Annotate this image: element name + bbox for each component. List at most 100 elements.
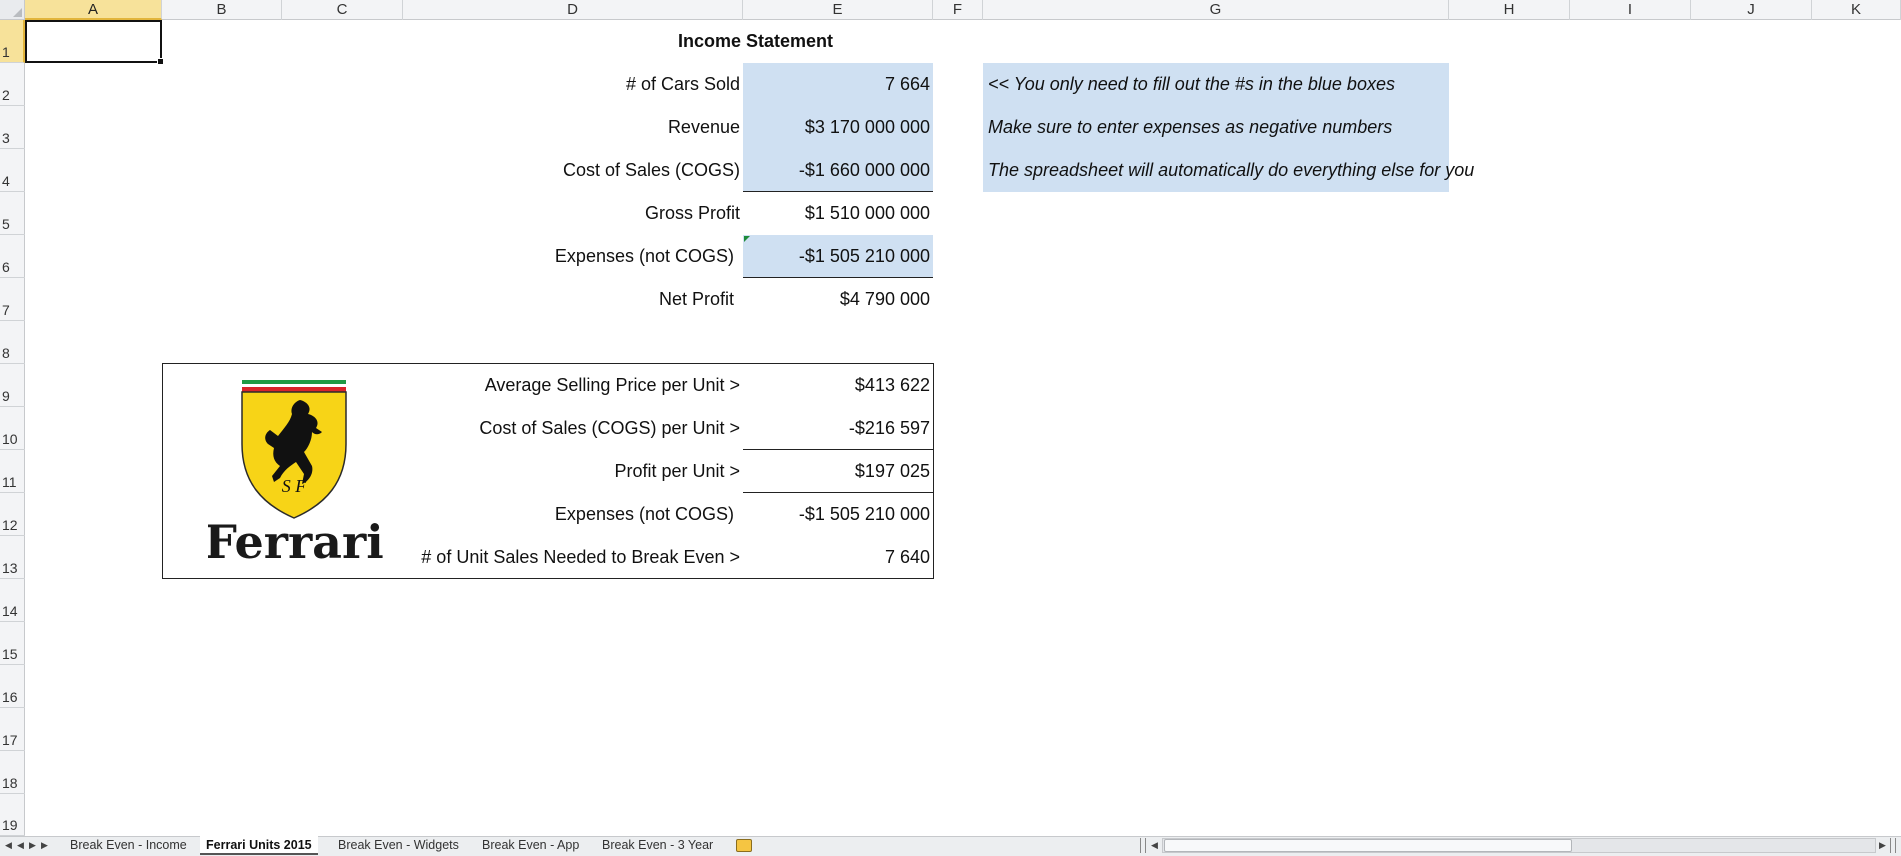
column-header-i[interactable]: I: [1570, 0, 1691, 20]
tab-split-handle[interactable]: [1140, 838, 1146, 853]
row-number: 1: [2, 44, 10, 60]
column-header-c[interactable]: C: [282, 0, 403, 20]
profit-per-unit-value[interactable]: $197 025: [743, 460, 930, 482]
logo-wordmark: Ferrari: [208, 515, 384, 563]
row-header-18[interactable]: 18: [0, 751, 25, 794]
row-header-12[interactable]: 12: [0, 493, 25, 536]
prev-sheet-icon[interactable]: ◀: [16, 838, 25, 852]
instruction-line-1: << You only need to fill out the #s in t…: [988, 74, 1395, 94]
row-number: 13: [2, 560, 18, 576]
column-header-d[interactable]: D: [403, 0, 743, 20]
row-number: 16: [2, 689, 18, 705]
column-header-g[interactable]: G: [983, 0, 1449, 20]
row-number: 17: [2, 732, 18, 748]
row-number: 9: [2, 388, 10, 404]
cogs-per-unit-label: Cost of Sales (COGS) per Unit >: [479, 418, 740, 438]
instruction-line-2: Make sure to enter expenses as negative …: [988, 117, 1393, 137]
tab-break-even-income[interactable]: Break Even - Income: [64, 836, 193, 855]
row-header-5[interactable]: 5: [0, 192, 25, 235]
net-profit-value[interactable]: $4 790 000: [743, 288, 930, 310]
row-header-7[interactable]: 7: [0, 278, 25, 321]
breakeven-expenses-value[interactable]: -$1 505 210 000: [743, 503, 930, 525]
row-number: 18: [2, 775, 18, 791]
row-header-15[interactable]: 15: [0, 622, 25, 665]
row-header-16[interactable]: 16: [0, 665, 25, 708]
column-header-a[interactable]: A: [25, 0, 162, 20]
profit-rule-bottom: [743, 492, 933, 493]
row-number: 10: [2, 431, 18, 447]
selected-cell-a1[interactable]: [25, 20, 164, 65]
profit-per-unit-label: Profit per Unit >: [614, 461, 740, 481]
row-header-9[interactable]: 9: [0, 364, 25, 407]
gross-profit-label: Gross Profit: [644, 203, 740, 223]
row-number: 15: [2, 646, 18, 662]
scroll-left-icon[interactable]: ◀: [1150, 838, 1159, 852]
tab-break-even-app[interactable]: Break Even - App: [476, 836, 585, 855]
breakeven-expenses-label: Expenses (not COGS): [554, 504, 734, 524]
instruction-line-3: The spreadsheet will automatically do ev…: [988, 160, 1475, 180]
ferrari-logo: S F Ferrari: [204, 378, 388, 569]
row-number: 8: [2, 345, 10, 361]
row-header-1[interactable]: 1: [0, 20, 25, 63]
column-header-f[interactable]: F: [933, 0, 983, 20]
asp-label: Average Selling Price per Unit >: [484, 375, 740, 395]
column-header-e[interactable]: E: [743, 0, 933, 20]
scroll-right-icon[interactable]: ▶: [1878, 838, 1887, 852]
ferrari-shield-icon: S F Ferrari: [204, 380, 384, 569]
column-header-b[interactable]: B: [162, 0, 282, 20]
revenue-value[interactable]: $3 170 000 000: [743, 116, 930, 138]
select-all-corner[interactable]: [0, 0, 25, 20]
row-number: 7: [2, 302, 10, 318]
asp-value[interactable]: $413 622: [743, 374, 930, 396]
row-header-17[interactable]: 17: [0, 708, 25, 751]
profit-rule-top: [743, 449, 933, 450]
row-header-10[interactable]: 10: [0, 407, 25, 450]
column-header-k[interactable]: K: [1812, 0, 1901, 20]
row-number: 19: [2, 817, 18, 833]
row-number: 12: [2, 517, 18, 533]
units-needed-label: # of Unit Sales Needed to Break Even >: [421, 547, 740, 567]
cogs-per-unit-value[interactable]: -$216 597: [743, 417, 930, 439]
row-header-19[interactable]: 19: [0, 794, 25, 836]
row-number: 3: [2, 130, 10, 146]
cogs-value[interactable]: -$1 660 000 000: [743, 159, 930, 181]
last-sheet-icon[interactable]: ▶: [40, 838, 49, 852]
view-split-handle[interactable]: [1890, 838, 1896, 853]
expenses-label: Expenses (not COGS): [554, 246, 734, 266]
total-rule: [743, 277, 933, 278]
row-number: 5: [2, 216, 10, 232]
row-header-2[interactable]: 2: [0, 63, 25, 106]
new-sheet-icon[interactable]: [736, 839, 752, 852]
row-number: 14: [2, 603, 18, 619]
row-number: 4: [2, 173, 10, 189]
column-header-h[interactable]: H: [1449, 0, 1570, 20]
first-sheet-icon[interactable]: ◀: [4, 838, 13, 852]
cogs-label: Cost of Sales (COGS): [562, 160, 740, 180]
row-header-13[interactable]: 13: [0, 536, 25, 579]
cars-sold-label: # of Cars Sold: [625, 74, 740, 94]
row-header-6[interactable]: 6: [0, 235, 25, 278]
column-header-j[interactable]: J: [1691, 0, 1812, 20]
row-header-4[interactable]: 4: [0, 149, 25, 192]
net-profit-label: Net Profit: [658, 289, 734, 309]
cars-sold-value[interactable]: 7 664: [743, 73, 930, 95]
row-header-14[interactable]: 14: [0, 579, 25, 622]
units-needed-value[interactable]: 7 640: [743, 546, 930, 568]
expenses-value[interactable]: -$1 505 210 000: [743, 245, 930, 267]
row-header-11[interactable]: 11: [0, 450, 25, 493]
income-statement-title: Income Statement: [677, 31, 833, 51]
row-header-8[interactable]: 8: [0, 321, 25, 364]
tab-break-even-widgets[interactable]: Break Even - Widgets: [332, 836, 465, 855]
logo-initials: S F: [282, 476, 308, 496]
revenue-label: Revenue: [667, 117, 740, 137]
horizontal-scroll-thumb[interactable]: [1164, 839, 1572, 852]
tab-break-even-3-year[interactable]: Break Even - 3 Year: [596, 836, 719, 855]
gross-profit-value[interactable]: $1 510 000 000: [743, 202, 930, 224]
row-number: 2: [2, 87, 10, 103]
subtotal-rule: [743, 191, 933, 192]
tab-ferrari-units-2015[interactable]: Ferrari Units 2015: [200, 836, 318, 855]
row-header-3[interactable]: 3: [0, 106, 25, 149]
comment-marker: [744, 236, 750, 242]
row-number: 6: [2, 259, 10, 275]
next-sheet-icon[interactable]: ▶: [28, 838, 37, 852]
